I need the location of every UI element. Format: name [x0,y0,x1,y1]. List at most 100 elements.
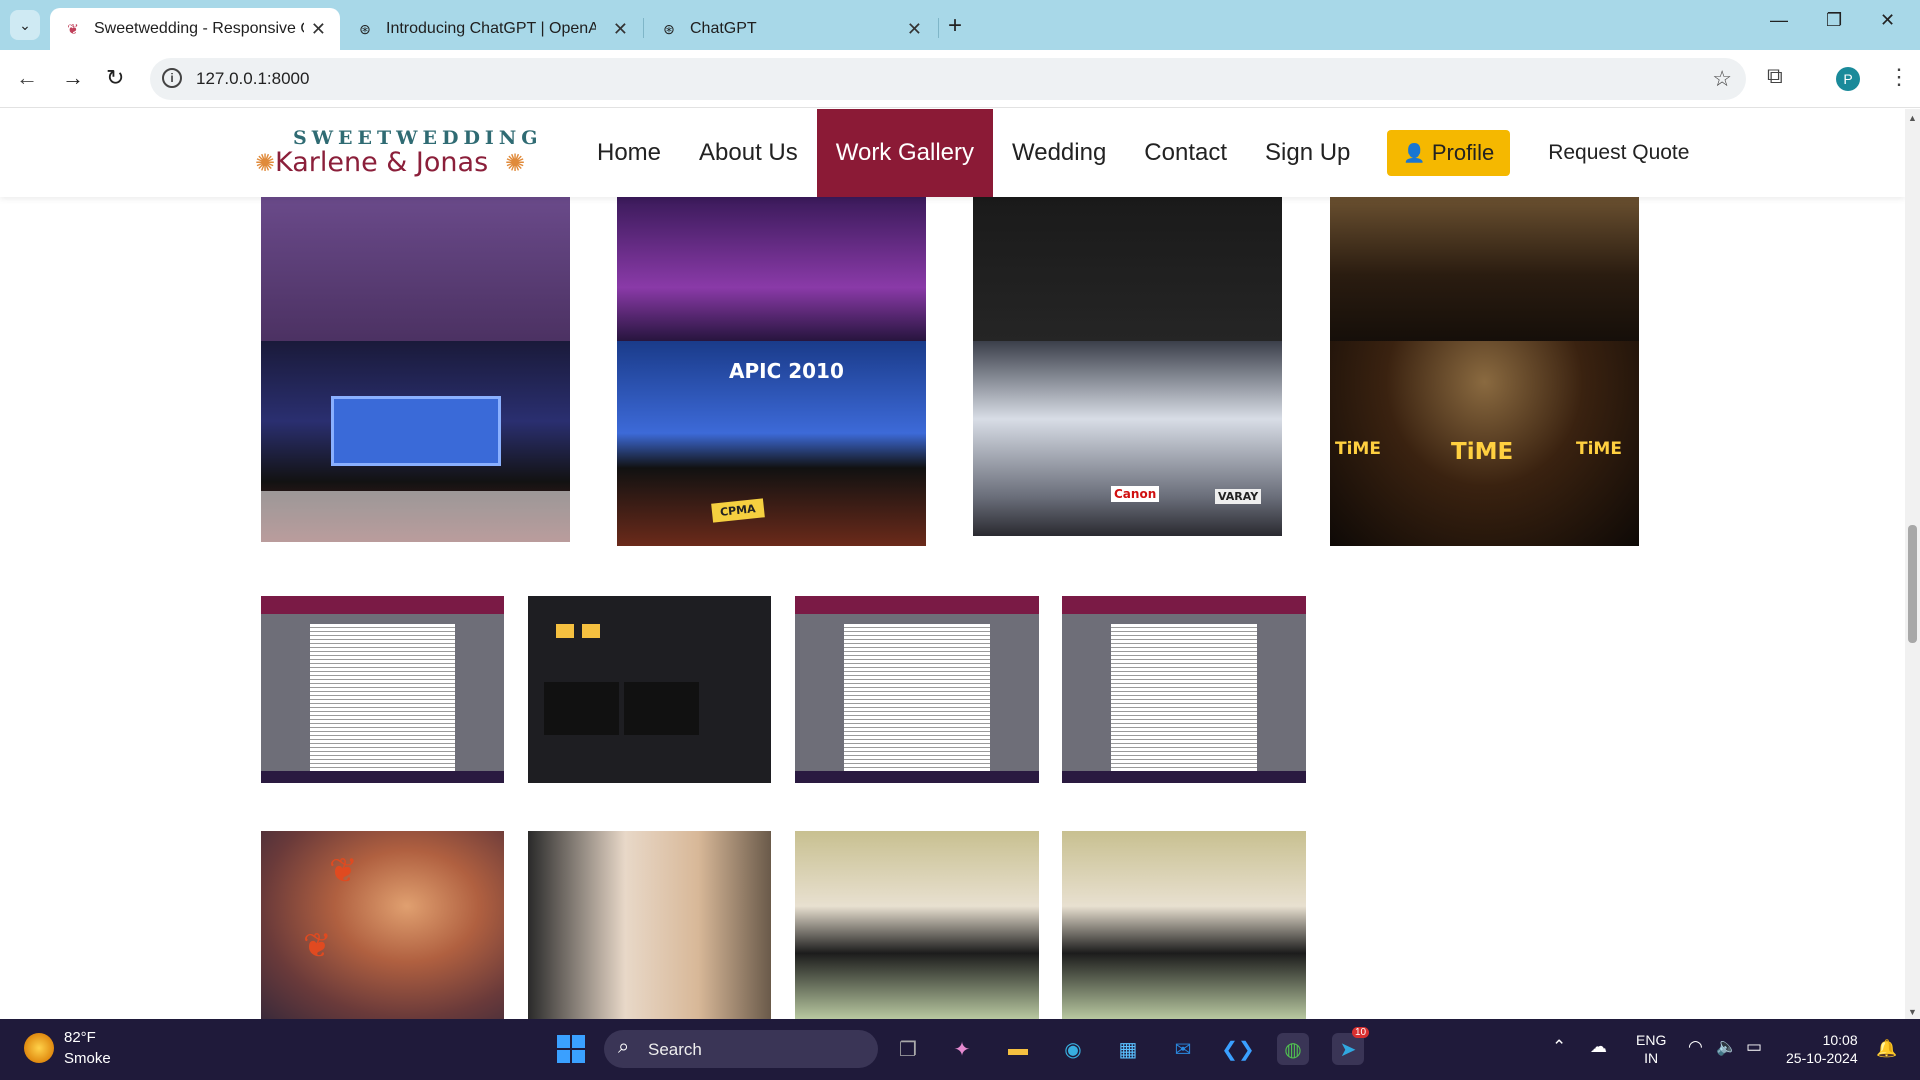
profile-button-label: Profile [1431,140,1495,165]
nav-about-us[interactable]: About Us [680,109,817,197]
scrollbar-thumb[interactable] [1908,525,1917,643]
tab-chatgpt[interactable]: ⊛ ChatGPT ✕ [646,8,936,50]
openai-favicon-icon: ⊛ [663,20,675,37]
telegram-badge: 10 [1352,1027,1370,1038]
taskbar-search[interactable]: ⌕ Search [604,1030,878,1068]
logo-top-text: SWEETWEDDING [293,127,543,149]
sweetwedding-favicon-icon: ❦ [67,20,79,37]
close-tab-icon[interactable]: ✕ [907,19,922,40]
reload-icon[interactable]: ↻ [106,65,124,91]
gallery-image-wedding-couple-bouquet[interactable] [1062,831,1306,1019]
browser-menu-icon[interactable]: ⋮ [1888,64,1910,90]
tab-separator [643,18,644,38]
tab-sweetwedding[interactable]: ❦ Sweetwedding - Responsive On ✕ [50,8,340,50]
gallery-image-conference-stage[interactable] [261,341,570,542]
logo-bottom-text: Karlene & Jonas [275,147,489,178]
gallery-image-event-stage-purple[interactable] [617,197,926,348]
nav-work-gallery[interactable]: Work Gallery [816,109,993,197]
tab-search-button[interactable]: ⌄ [10,10,40,40]
chrome-icon[interactable]: ◍ [1277,1033,1309,1065]
leaf-ornament-icon: ✺ [505,150,526,177]
notification-bell-icon[interactable]: 🔔 [1876,1039,1897,1059]
copilot-icon[interactable]: ✦ [946,1033,978,1065]
weather-sun-icon[interactable] [24,1033,54,1063]
gallery-image-event-dark-hall[interactable] [973,197,1282,354]
gallery-image-screenshot-document[interactable] [1062,596,1306,783]
tab-title: Introducing ChatGPT | OpenAI [386,20,596,37]
gallery-image-time-banquet[interactable]: TiME TiME TiME [1330,341,1639,546]
wifi-icon[interactable]: ◠ [1688,1037,1703,1057]
outlook-icon[interactable]: ✉ [1167,1033,1199,1065]
address-bar-row: ← → ↻ i 127.0.0.1:8000 ☆ [0,50,1920,108]
scroll-up-icon[interactable]: ▲ [1908,113,1917,123]
language-text: ENG [1636,1032,1667,1048]
edge-icon[interactable]: ◉ [1057,1033,1089,1065]
search-icon: ⌕ [618,1036,630,1058]
gallery-image-butterfly-woman[interactable]: ❦ ❦ [261,831,504,1019]
folder-icon [556,624,574,638]
omnibox[interactable]: i 127.0.0.1:8000 ☆ [150,58,1746,100]
nav-home[interactable]: Home [578,109,680,197]
weather-temperature[interactable]: 82°F [64,1029,96,1046]
gallery-image-screenshot-file-explorer[interactable] [528,596,771,783]
time-sign-text: TiME [1576,439,1622,459]
time-sign-text: TiME [1451,439,1514,465]
language-indicator[interactable]: ENG IN [1636,1031,1666,1067]
cpma-placard-text: CPMA [711,498,765,523]
site-info-icon[interactable]: i [162,68,182,88]
gallery-image-apic-2010[interactable]: APIC 2010 CPMA [617,341,926,546]
clock-time: 10:08 [1822,1032,1858,1048]
onedrive-cloud-icon[interactable]: ☁ [1590,1037,1607,1057]
url-text[interactable]: 127.0.0.1:8000 [196,69,309,89]
site-header: SWEETWEDDING ✺ Karlene & Jonas ✺ Home Ab… [0,109,1905,197]
tab-introducing-chatgpt[interactable]: ⊛ Introducing ChatGPT | OpenAI ✕ [342,8,642,50]
nav-wedding[interactable]: Wedding [993,109,1125,197]
nav-contact[interactable]: Contact [1125,109,1246,197]
profile-avatar[interactable]: P [1836,67,1860,91]
restore-icon[interactable]: ❐ [1826,10,1842,31]
close-window-icon[interactable]: ✕ [1880,10,1895,31]
gallery-image-wedding-couple-closeup[interactable] [528,831,771,1019]
stage-front [261,491,570,542]
gallery-image-screenshot-document[interactable] [795,596,1039,783]
page-scrollbar[interactable]: ▲ ▼ [1905,109,1920,1019]
close-tab-icon[interactable]: ✕ [613,19,628,40]
tab-title: Sweetwedding - Responsive On [94,20,304,37]
page-viewport: APIC 2010 CPMA Canon VARAY TiME TiME TiM… [0,109,1905,1019]
gallery-image-screenshot-document[interactable] [261,596,504,783]
scroll-down-icon[interactable]: ▼ [1908,1007,1917,1017]
profile-button[interactable]: 👤 Profile [1387,130,1511,176]
tray-chevron-up-icon[interactable]: ⌃ [1552,1037,1566,1057]
bookmark-star-icon[interactable]: ☆ [1712,66,1732,92]
clock-date: 25-10-2024 [1786,1050,1858,1066]
request-quote-link[interactable]: Request Quote [1548,141,1689,165]
search-placeholder: Search [648,1040,702,1059]
gallery-image-wedding-couple-bouquet[interactable] [795,831,1039,1019]
tab-separator [938,18,939,38]
forward-arrow-icon[interactable]: → [62,65,84,91]
windows-start-icon[interactable] [556,1034,586,1064]
back-arrow-icon[interactable]: ← [16,65,38,91]
canon-sign-text: Canon [1111,486,1160,502]
minimize-icon[interactable]: — [1770,10,1788,31]
gallery-image-expo-booth[interactable]: Canon VARAY [973,341,1282,536]
close-tab-icon[interactable]: ✕ [311,19,326,40]
vscode-icon[interactable]: ❮❯ [1221,1033,1255,1065]
nav-sign-up[interactable]: Sign Up [1246,109,1369,197]
volume-icon[interactable]: 🔈 [1716,1037,1737,1057]
site-logo[interactable]: SWEETWEDDING ✺ Karlene & Jonas ✺ [255,127,537,183]
microsoft-store-icon[interactable]: ▦ [1112,1033,1144,1065]
battery-icon[interactable]: ▭ [1746,1037,1762,1057]
apic-banner-text: APIC 2010 [729,359,844,383]
task-view-icon[interactable]: ❐ [892,1033,924,1065]
gallery-image-event-lounge[interactable] [261,197,570,350]
butterfly-icon: ❦ [329,852,358,890]
system-clock[interactable]: 10:08 25-10-2024 [1786,1031,1858,1067]
openai-favicon-icon: ⊛ [359,20,371,37]
weather-condition[interactable]: Smoke [64,1050,111,1067]
varay-sign-text: VARAY [1215,489,1262,504]
extensions-puzzle-icon[interactable]: ⧉ [1767,63,1783,89]
file-explorer-icon[interactable]: ▬ [1002,1033,1034,1065]
chevron-down-icon: ⌄ [19,16,31,33]
new-tab-button[interactable]: + [948,12,962,40]
